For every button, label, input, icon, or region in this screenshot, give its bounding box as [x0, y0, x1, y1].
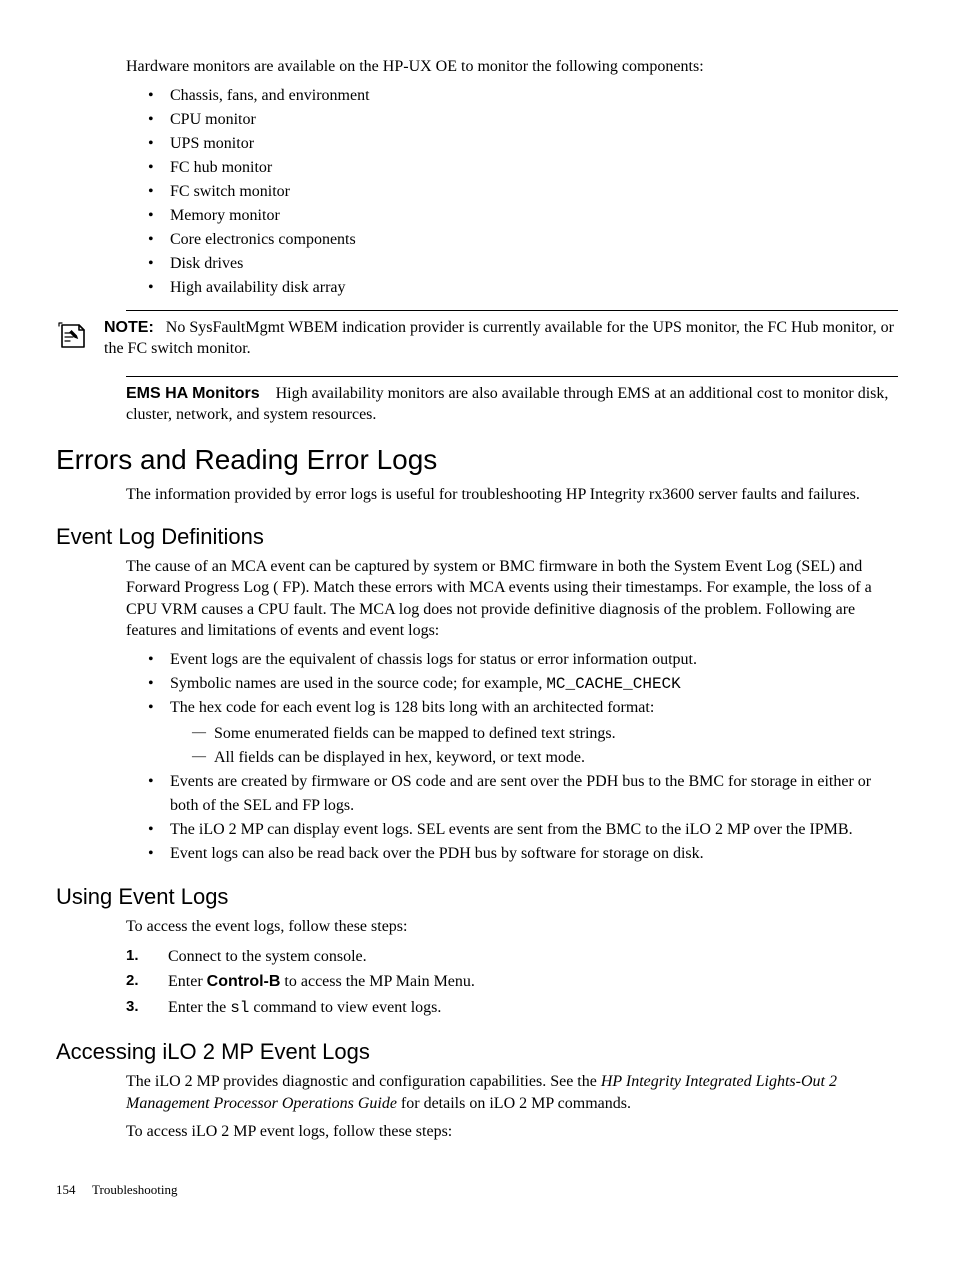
page-footer: 154Troubleshooting: [56, 1182, 898, 1198]
text: Symbolic names are used in the source co…: [170, 675, 546, 692]
heading-event-log-definitions: Event Log Definitions: [56, 524, 898, 550]
using-steps: Connect to the system console. Enter Con…: [126, 944, 898, 1022]
list-item: Events are created by firmware or OS cod…: [148, 770, 898, 818]
list-item: Enter the sl command to view event logs.: [126, 995, 898, 1022]
using-paragraph: To access the event logs, follow these s…: [126, 916, 898, 938]
list-item: Event logs are the equivalent of chassis…: [148, 648, 898, 672]
sub-list: Some enumerated fields can be mapped to …: [170, 722, 898, 770]
list-item: The iLO 2 MP can display event logs. SEL…: [148, 818, 898, 842]
page-number: 154: [56, 1182, 92, 1198]
list-item: FC switch monitor: [148, 180, 898, 204]
list-item: Memory monitor: [148, 204, 898, 228]
list-item: UPS monitor: [148, 132, 898, 156]
ems-runin: EMS HA Monitors: [126, 385, 276, 402]
list-item: Some enumerated fields can be mapped to …: [192, 722, 898, 746]
text: Enter: [168, 973, 207, 990]
list-item: Connect to the system console.: [126, 944, 898, 970]
text: The hex code for each event log is 128 b…: [170, 699, 654, 716]
text: The iLO 2 MP provides diagnostic and con…: [126, 1073, 601, 1090]
bold: Control-B: [207, 973, 281, 990]
text: command to view event logs.: [249, 999, 441, 1016]
list-item: The hex code for each event log is 128 b…: [148, 696, 898, 770]
heading-errors: Errors and Reading Error Logs: [56, 444, 898, 476]
footer-section: Troubleshooting: [92, 1182, 177, 1197]
code: sl: [230, 999, 249, 1017]
list-item: High availability disk array: [148, 276, 898, 300]
ilo-paragraph-1: The iLO 2 MP provides diagnostic and con…: [126, 1071, 898, 1114]
text: to access the MP Main Menu.: [280, 973, 474, 990]
note-paragraph: NOTE: No SysFaultMgmt WBEM indication pr…: [104, 317, 898, 360]
list-item: All fields can be displayed in hex, keyw…: [192, 746, 898, 770]
text: Enter the: [168, 999, 230, 1016]
hw-monitor-list: Chassis, fans, and environment CPU monit…: [126, 84, 898, 300]
note-text: No SysFaultMgmt WBEM indication provider…: [104, 319, 894, 358]
list-item: Symbolic names are used in the source co…: [148, 672, 898, 696]
intro-paragraph: Hardware monitors are available on the H…: [126, 56, 898, 78]
heading-using-event-logs: Using Event Logs: [56, 884, 898, 910]
list-item: FC hub monitor: [148, 156, 898, 180]
list-item: Event logs can also be read back over th…: [148, 842, 898, 866]
note-icon: [56, 319, 88, 356]
code: MC_CACHE_CHECK: [546, 675, 680, 693]
ems-paragraph: EMS HA MonitorsHigh availability monitor…: [126, 383, 898, 426]
list-item: Enter Control-B to access the MP Main Me…: [126, 969, 898, 995]
list-item: Core electronics components: [148, 228, 898, 252]
note-prefix: NOTE:: [104, 319, 154, 336]
errors-paragraph: The information provided by error logs i…: [126, 484, 898, 506]
ilo-paragraph-2: To access iLO 2 MP event logs, follow th…: [126, 1121, 898, 1143]
definitions-paragraph: The cause of an MCA event can be capture…: [126, 556, 898, 642]
divider: [126, 310, 898, 311]
heading-accessing-ilo: Accessing iLO 2 MP Event Logs: [56, 1039, 898, 1065]
text: for details on iLO 2 MP commands.: [397, 1095, 631, 1112]
definitions-list: Event logs are the equivalent of chassis…: [126, 648, 898, 866]
list-item: CPU monitor: [148, 108, 898, 132]
list-item: Chassis, fans, and environment: [148, 84, 898, 108]
divider: [126, 376, 898, 377]
list-item: Disk drives: [148, 252, 898, 276]
